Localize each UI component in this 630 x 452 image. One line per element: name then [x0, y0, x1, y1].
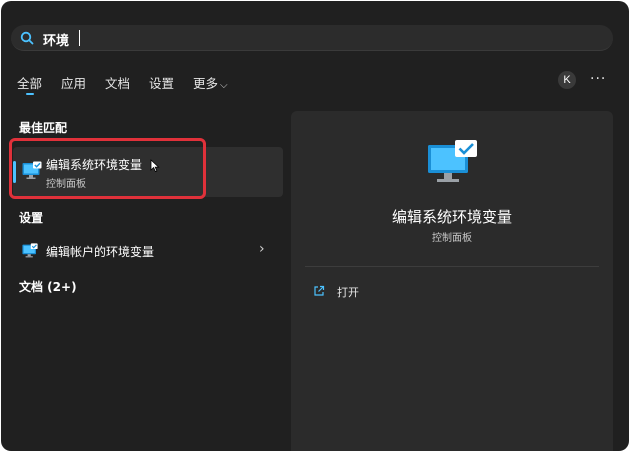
tab-settings[interactable]: 设置	[149, 73, 174, 92]
open-action-label: 打开	[337, 286, 359, 299]
mouse-cursor-icon	[150, 159, 160, 173]
search-box[interactable]: 环境	[11, 25, 613, 51]
system-properties-icon	[428, 140, 477, 182]
tab-more-label: 更多	[193, 76, 219, 91]
search-input[interactable]: 环境	[43, 30, 69, 49]
annotation-highlight-box	[9, 138, 206, 199]
documents-heading[interactable]: 文档 (2+)	[19, 278, 77, 295]
preview-title: 编辑系统环境变量	[391, 208, 512, 226]
tab-documents[interactable]: 文档	[105, 73, 130, 92]
open-external-icon	[314, 285, 325, 296]
preview-subtitle: 控制面板	[432, 233, 472, 244]
best-match-heading: 最佳匹配	[19, 121, 68, 135]
more-options-button[interactable]: ···	[590, 71, 606, 87]
chevron-right-icon[interactable]: ›	[259, 241, 265, 257]
search-window: 环境 全部 应用 文档 设置 更多 ⌵ K ··· 最佳匹配 编辑系统环境变量 控…	[1, 1, 629, 451]
settings-heading: 设置	[19, 211, 44, 225]
divider	[305, 266, 599, 267]
tab-all[interactable]: 全部	[17, 73, 42, 95]
preview-panel: 编辑系统环境变量 控制面板 打开	[291, 111, 613, 451]
tab-apps[interactable]: 应用	[61, 73, 86, 92]
settings-result-item[interactable]: 编辑帐户的环境变量 ›	[13, 237, 283, 265]
system-properties-icon	[22, 243, 38, 258]
tab-more[interactable]: 更多 ⌵	[193, 73, 228, 92]
text-caret	[79, 30, 80, 46]
chevron-down-icon: ⌵	[220, 80, 228, 91]
settings-result-label: 编辑帐户的环境变量	[46, 245, 155, 259]
account-avatar[interactable]: K	[558, 71, 576, 89]
search-icon	[20, 31, 34, 45]
